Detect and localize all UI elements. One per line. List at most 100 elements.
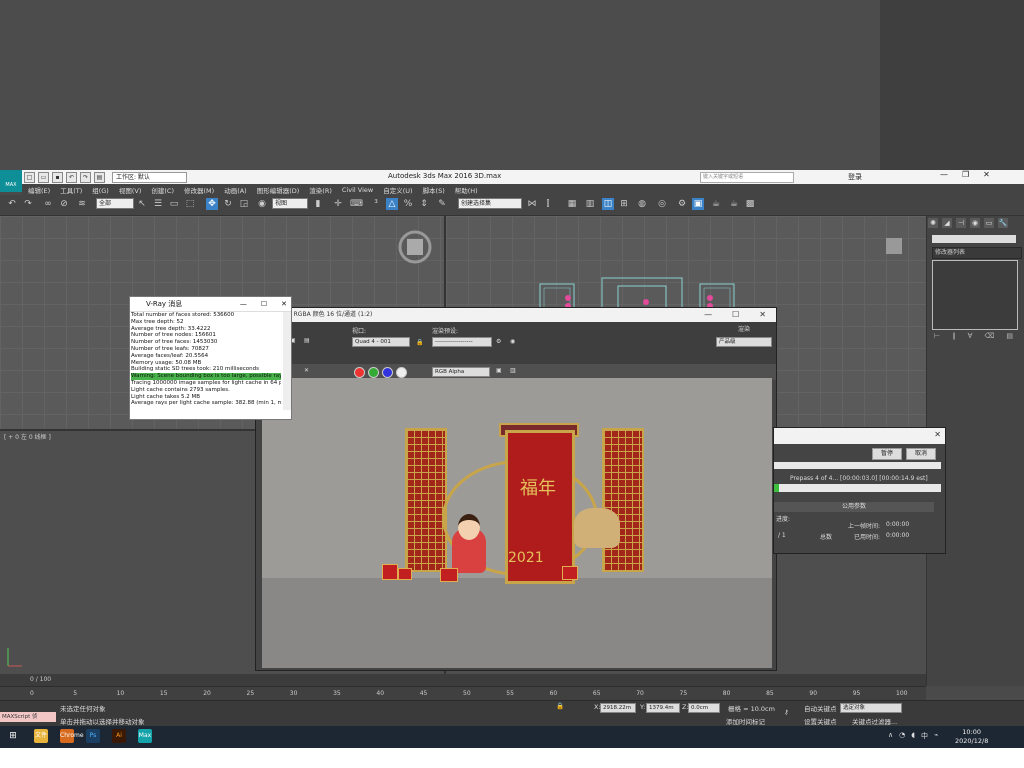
show-end-result-icon[interactable]: ∥ — [952, 332, 956, 340]
lock-selection-icon[interactable]: 🔒 — [556, 702, 564, 710]
unlink-icon[interactable]: ⊘ — [58, 198, 70, 210]
create-tab-icon[interactable]: ✺ — [928, 218, 938, 228]
angle-snap-icon[interactable]: △ — [386, 198, 398, 210]
view-overlay-icon[interactable]: ▥ — [510, 367, 516, 374]
vray-scrollbar[interactable] — [283, 312, 291, 410]
select-move-icon[interactable]: ✥ — [206, 198, 218, 210]
render-production-icon[interactable]: ☕ — [710, 198, 722, 210]
menu-tools[interactable]: 工具(T) — [60, 185, 82, 195]
align-icon[interactable]: ⫿ — [542, 198, 554, 210]
menu-modifiers[interactable]: 修改器(M) — [184, 185, 214, 195]
network-icon[interactable]: ◔ — [899, 731, 905, 741]
undo-icon[interactable]: ↶ — [66, 171, 77, 183]
redo-icon[interactable]: ↷ — [80, 171, 91, 183]
menu-help[interactable]: 帮助(H) — [455, 185, 478, 195]
configure-sets-icon[interactable]: ▤ — [1006, 332, 1013, 340]
3dsmax-icon[interactable]: Max — [138, 729, 152, 743]
workspace-dropdown[interactable]: 工作区: 默认 — [112, 172, 187, 183]
maximize-icon[interactable]: ❐ — [962, 170, 969, 179]
menu-civil-view[interactable]: Civil View — [342, 186, 373, 194]
key-icon[interactable]: ⚷ — [784, 708, 789, 716]
vray-maximize-icon[interactable]: ☐ — [261, 297, 267, 311]
menu-views[interactable]: 视图(V) — [119, 185, 142, 195]
cancel-button[interactable]: 取消 — [906, 448, 936, 460]
vray-close-icon[interactable]: ✕ — [281, 297, 287, 311]
z-coordinate[interactable]: 0.0cm — [688, 703, 720, 713]
time-slider[interactable] — [0, 674, 926, 686]
select-rotate-icon[interactable]: ↻ — [222, 198, 234, 210]
lock-viewport-icon[interactable]: 🔒 — [416, 339, 423, 346]
open-file-icon[interactable]: ▭ — [38, 171, 49, 183]
select-object-icon[interactable]: ↖ — [136, 198, 148, 210]
undo-icon[interactable]: ↶ — [6, 198, 18, 210]
material-browser-icon[interactable]: ◎ — [656, 198, 668, 210]
y-coordinate[interactable]: 1379.4m — [646, 703, 680, 713]
redo-icon[interactable]: ↷ — [22, 198, 34, 210]
make-unique-icon[interactable]: ∀ — [968, 332, 973, 340]
x-coordinate[interactable]: 2918.22m — [600, 703, 636, 713]
select-place-icon[interactable]: ◉ — [256, 198, 268, 210]
maxscript-listener[interactable]: MAXScript 侦 — [0, 712, 56, 722]
motion-tab-icon[interactable]: ◉ — [970, 218, 980, 228]
activeshade-icon[interactable]: ▩ — [744, 198, 756, 210]
alpha-toggle-icon[interactable] — [396, 367, 407, 378]
copy-image-icon[interactable]: ▤ — [304, 337, 310, 344]
save-icon[interactable]: ▪ — [52, 171, 63, 183]
render-iterative-icon[interactable]: ☕ — [728, 198, 740, 210]
clear-icon[interactable]: ✕ — [304, 367, 309, 374]
render-button[interactable]: 渲染 — [738, 324, 750, 333]
remove-modifier-icon[interactable]: ⌫ — [984, 332, 994, 340]
app-logo[interactable]: MAX — [0, 170, 22, 192]
percent-snap-icon[interactable]: % — [402, 198, 414, 210]
curve-editor-icon[interactable]: ◫ — [602, 198, 614, 210]
reference-coord-dropdown[interactable]: 视图 — [272, 198, 308, 209]
add-time-tag[interactable]: 添加时间标记 — [726, 716, 765, 726]
display-tab-icon[interactable]: ▭ — [984, 218, 994, 228]
vray-title-bar[interactable]: V-Ray 消息 — ☐ ✕ — [130, 297, 291, 312]
auto-key-button[interactable]: 自动关键点 — [804, 703, 837, 713]
named-selection-dropdown[interactable]: 创建选择集 — [458, 198, 522, 209]
view-mono-icon[interactable]: ▣ — [496, 367, 502, 374]
hierarchy-tab-icon[interactable]: ⊣ — [956, 218, 966, 228]
pivot-center-icon[interactable]: ▮ — [312, 198, 324, 210]
start-icon[interactable]: ⊞ — [6, 729, 20, 743]
mirror-icon[interactable]: ⋈ — [526, 198, 538, 210]
edit-named-selection-icon[interactable]: ✎ — [436, 198, 448, 210]
render-preset-dropdown[interactable]: ------------------- — [432, 337, 492, 347]
layer-manager-icon[interactable]: ▦ — [566, 198, 578, 210]
menu-group[interactable]: 组(G) — [92, 185, 109, 195]
rendered-frame-window-icon[interactable]: ▣ — [692, 198, 704, 210]
vray-minimize-icon[interactable]: — — [240, 297, 247, 311]
material-editor-icon[interactable]: ◍ — [636, 198, 648, 210]
bind-space-warp-icon[interactable]: ≋ — [76, 198, 88, 210]
key-filters-button[interactable]: 关键点过滤器... — [852, 716, 897, 726]
progress-title-bar[interactable]: ✕ — [774, 428, 945, 444]
project-folder-icon[interactable]: ▤ — [94, 171, 105, 183]
frame-close-icon[interactable]: ✕ — [759, 308, 766, 322]
frame-maximize-icon[interactable]: ☐ — [732, 308, 739, 322]
select-by-name-icon[interactable]: ☰ — [152, 198, 164, 210]
modify-tab-icon[interactable]: ◢ — [942, 218, 952, 228]
menu-graph-editors[interactable]: 图形编辑器(D) — [257, 185, 300, 195]
time-slider-frame[interactable]: 0 / 100 — [30, 676, 51, 683]
ribbon-icon[interactable]: ▥ — [584, 198, 596, 210]
menu-scripting[interactable]: 脚本(S) — [423, 185, 445, 195]
photoshop-icon[interactable]: Ps — [86, 729, 100, 743]
ime-indicator[interactable]: 中 — [921, 731, 928, 741]
environment-icon[interactable]: ◉ — [510, 338, 515, 345]
viewport-left-label[interactable]: [ + 0 左 0 线框 ] — [4, 432, 51, 441]
render-setup-small-icon[interactable]: ⚙ — [496, 338, 501, 345]
pin-stack-icon[interactable]: ⊢ — [934, 332, 940, 340]
file-explorer-icon[interactable]: 文件 — [34, 729, 48, 743]
red-channel-icon[interactable] — [354, 367, 365, 378]
progress-close-icon[interactable]: ✕ — [934, 430, 941, 439]
chevron-up-icon[interactable]: ∧ — [888, 731, 893, 741]
close-icon[interactable]: ✕ — [983, 170, 990, 179]
keyboard-shortcut-icon[interactable]: ⌨ — [350, 198, 363, 210]
pause-button[interactable]: 暂停 — [872, 448, 902, 460]
viewport-dropdown[interactable]: Quad 4 - 001 — [352, 337, 410, 347]
ime-settings-icon[interactable]: ⌁ — [934, 731, 938, 741]
illustrator-icon[interactable]: Ai — [112, 729, 126, 743]
green-channel-icon[interactable] — [368, 367, 379, 378]
blue-channel-icon[interactable] — [382, 367, 393, 378]
